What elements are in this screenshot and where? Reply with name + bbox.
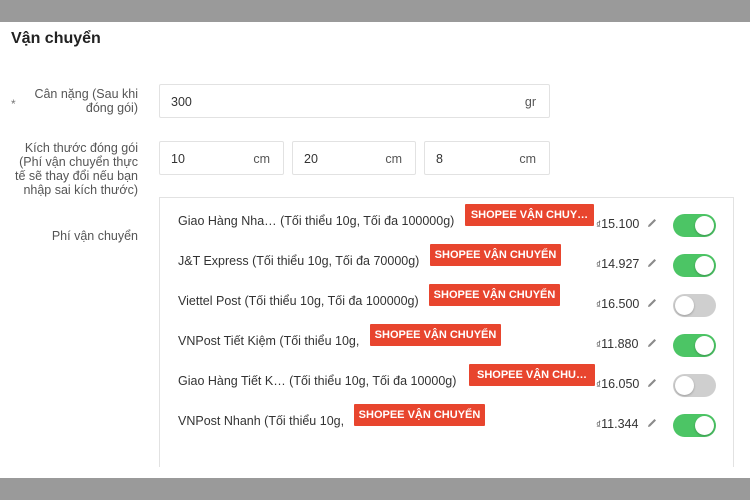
weight-label-line: đóng gói) [85, 101, 138, 115]
dimensions-label: Kích thước đóng gói (Phí vận chuyển thực… [10, 141, 138, 197]
shopee-shipping-tag: SHOPEE VẬN CHU… [469, 364, 595, 386]
carrier-price: ₫11.344 [596, 417, 638, 431]
weight-label: Cân nặng (Sau khi đóng gói) [20, 87, 138, 115]
carrier-price: ₫15.100 [596, 217, 639, 231]
dimensions-label-line: nhập sai kích thước) [23, 183, 138, 197]
price-value: 16.500 [601, 297, 640, 311]
carrier-row: VNPost Nhanh (Tối thiểu 10g, SHOPEE VẬN … [160, 398, 735, 438]
height-value: 8 [436, 152, 443, 166]
dimensions-label-line: tế sẽ thay đổi nếu bạn [14, 169, 138, 183]
dimensions-label-line: (Phí vận chuyển thực [19, 155, 138, 169]
toggle-knob [695, 336, 714, 355]
toggle-knob [695, 216, 714, 235]
shopee-shipping-tag: SHOPEE VẬN CHUYỂN [429, 284, 560, 306]
top-overlay-bar [0, 0, 750, 22]
length-value: 10 [171, 152, 185, 166]
pencil-icon[interactable] [646, 377, 658, 389]
carrier-price: ₫11.880 [596, 337, 638, 351]
toggle-knob [695, 416, 714, 435]
length-input[interactable]: 10 cm [159, 141, 284, 175]
height-input[interactable]: 8 cm [424, 141, 550, 175]
carrier-toggle[interactable] [673, 374, 716, 397]
pencil-icon[interactable] [646, 217, 658, 229]
pencil-icon[interactable] [646, 257, 658, 269]
weight-unit: gr [524, 95, 536, 109]
weight-value: 300 [171, 95, 192, 109]
toggle-knob [675, 296, 694, 315]
carrier-toggle[interactable] [673, 214, 716, 237]
price-value: 15.100 [601, 217, 640, 231]
carrier-name: VNPost Nhanh (Tối thiểu 10g, [178, 414, 345, 428]
carrier-toggle[interactable] [673, 254, 716, 277]
carrier-name: Viettel Post (Tối thiểu 10g, Tối đa 1000… [178, 294, 419, 308]
price-value: 11.344 [601, 417, 639, 431]
carrier-row: Viettel Post (Tối thiểu 10g, Tối đa 1000… [160, 278, 735, 318]
carrier-price: ₫16.500 [596, 297, 639, 311]
pencil-icon[interactable] [646, 337, 658, 349]
carrier-name: Giao Hàng Tiết K… (Tối thiểu 10g, Tối đa… [178, 374, 457, 388]
required-marker: * [11, 97, 16, 111]
shopee-shipping-tag: SHOPEE VẬN CHUYỂN [354, 404, 485, 426]
width-input[interactable]: 20 cm [292, 141, 416, 175]
carrier-row: VNPost Tiết Kiệm (Tối thiểu 10g, SHOPEE … [160, 318, 735, 358]
carrier-toggle[interactable] [673, 294, 716, 317]
pencil-icon[interactable] [646, 297, 658, 309]
width-unit: cm [385, 152, 402, 166]
dimensions-label-line: Kích thước đóng gói [24, 141, 138, 155]
pencil-icon[interactable] [646, 417, 658, 429]
carrier-name: J&T Express (Tối thiểu 10g, Tối đa 70000… [178, 254, 420, 268]
shipping-fee-list: Giao Hàng Nha… (Tối thiểu 10g, Tối đa 10… [159, 197, 734, 467]
shopee-shipping-tag: SHOPEE VẬN CHUYỂN [370, 324, 501, 346]
carrier-name: VNPost Tiết Kiệm (Tối thiểu 10g, [178, 334, 360, 348]
weight-input[interactable]: 300 gr [159, 84, 550, 118]
shopee-shipping-tag: SHOPEE VẬN CHUY… [465, 204, 594, 226]
carrier-toggle[interactable] [673, 334, 716, 357]
toggle-knob [675, 376, 694, 395]
length-unit: cm [253, 152, 270, 166]
carrier-name: Giao Hàng Nha… (Tối thiểu 10g, Tối đa 10… [178, 214, 455, 228]
carrier-row: Giao Hàng Nha… (Tối thiểu 10g, Tối đa 10… [160, 198, 735, 238]
carrier-row: J&T Express (Tối thiểu 10g, Tối đa 70000… [160, 238, 735, 278]
weight-label-line: Cân nặng (Sau khi [34, 87, 138, 101]
carrier-price: ₫16.050 [596, 377, 639, 391]
section-title: Vận chuyển [11, 30, 101, 47]
carrier-row: Giao Hàng Tiết K… (Tối thiểu 10g, Tối đa… [160, 358, 735, 398]
shopee-shipping-tag: SHOPEE VẬN CHUYỂN [430, 244, 561, 266]
carrier-price: ₫14.927 [596, 257, 639, 271]
bottom-overlay-bar [0, 478, 750, 500]
price-value: 14.927 [601, 257, 640, 271]
toggle-knob [695, 256, 714, 275]
height-unit: cm [519, 152, 536, 166]
carrier-toggle[interactable] [673, 414, 716, 437]
price-value: 16.050 [601, 377, 640, 391]
price-value: 11.880 [601, 337, 639, 351]
width-value: 20 [304, 152, 318, 166]
shipping-fee-label: Phí vận chuyển [51, 229, 138, 243]
